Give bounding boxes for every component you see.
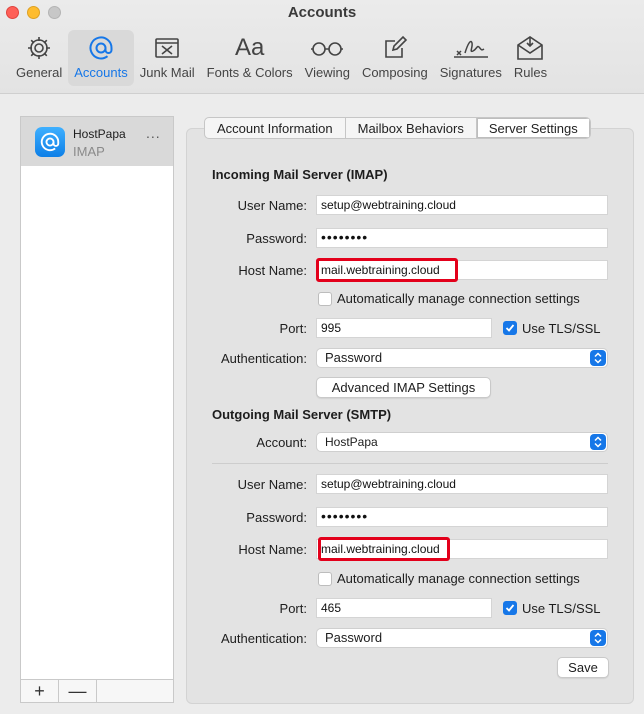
- title-bar: Accounts General Accounts Junk Mail Aa F…: [0, 0, 644, 94]
- incoming-auto-manage-checkbox[interactable]: [318, 292, 332, 306]
- toolbar-rules-label: Rules: [513, 65, 548, 80]
- account-name: HostPapa: [73, 127, 126, 141]
- add-account-button[interactable]: +: [21, 680, 59, 702]
- select-arrows-icon: [590, 630, 606, 646]
- outgoing-port-field[interactable]: 465: [316, 598, 492, 618]
- toolbar-composing[interactable]: Composing: [356, 30, 434, 86]
- incoming-auto-manage-label: Automatically manage connection settings: [337, 291, 580, 306]
- section-divider: [212, 463, 608, 464]
- outgoing-account-label: Account:: [256, 435, 307, 450]
- settings-tabs: Account Information Mailbox Behaviors Se…: [204, 117, 591, 139]
- fonts-icon: Aa: [234, 34, 265, 61]
- preferences-toolbar: General Accounts Junk Mail Aa Fonts & Co…: [10, 30, 553, 86]
- outgoing-auth-label: Authentication:: [220, 631, 307, 646]
- toolbar-general-label: General: [16, 65, 63, 80]
- incoming-auth-select[interactable]: Password: [316, 348, 608, 368]
- select-arrows-icon: [590, 350, 606, 366]
- toolbar-rules[interactable]: Rules: [508, 30, 553, 86]
- incoming-section-title: Incoming Mail Server (IMAP): [212, 167, 388, 182]
- account-type: IMAP: [73, 144, 105, 159]
- outgoing-hostname-highlight: [318, 537, 450, 561]
- toolbar-fonts-colors-label: Fonts & Colors: [206, 65, 293, 80]
- account-list-actions: + —: [20, 680, 174, 703]
- junk-tray-icon: [152, 33, 182, 63]
- incoming-port-label: Port:: [279, 321, 307, 336]
- remove-account-button[interactable]: —: [59, 680, 97, 702]
- toolbar-accounts-label: Accounts: [74, 65, 128, 80]
- account-more-icon[interactable]: ...: [146, 125, 161, 141]
- toolbar-junk-mail[interactable]: Junk Mail: [134, 30, 201, 86]
- outgoing-auto-manage-checkbox[interactable]: [318, 572, 332, 586]
- incoming-password-field[interactable]: ••••••••: [316, 228, 608, 248]
- accounts-preferences-window: Accounts General Accounts Junk Mail Aa F…: [0, 0, 644, 714]
- account-list: HostPapa IMAP ...: [20, 116, 174, 680]
- incoming-username-label: User Name:: [237, 198, 307, 213]
- outgoing-password-label: Password:: [246, 510, 307, 525]
- toolbar-fonts-colors[interactable]: Aa Fonts & Colors: [201, 30, 299, 86]
- tab-mailbox-behaviors[interactable]: Mailbox Behaviors: [346, 118, 477, 138]
- toolbar-viewing[interactable]: Viewing: [299, 30, 356, 86]
- toolbar-signatures-label: Signatures: [439, 65, 502, 80]
- account-row-hostpapa[interactable]: HostPapa IMAP ...: [21, 117, 173, 166]
- outgoing-tls-checkbox[interactable]: [503, 601, 517, 615]
- outgoing-hostname-label: Host Name:: [238, 542, 307, 557]
- at-icon: [87, 33, 115, 63]
- outgoing-password-field[interactable]: ••••••••: [316, 507, 608, 527]
- incoming-tls-label: Use TLS/SSL: [522, 321, 601, 336]
- toolbar-accounts[interactable]: Accounts: [68, 30, 134, 86]
- rules-envelope-icon: [515, 33, 545, 63]
- glasses-icon: [310, 33, 344, 63]
- incoming-hostname-label: Host Name:: [238, 263, 307, 278]
- toolbar-signatures[interactable]: Signatures: [434, 30, 508, 86]
- outgoing-port-label: Port:: [279, 601, 307, 616]
- outgoing-username-field[interactable]: setup@webtraining.cloud: [316, 474, 608, 494]
- tab-server-settings[interactable]: Server Settings: [476, 118, 590, 138]
- incoming-tls-checkbox[interactable]: [503, 321, 517, 335]
- toolbar-general[interactable]: General: [10, 30, 68, 86]
- checkmark-icon: [505, 324, 515, 332]
- outgoing-username-label: User Name:: [237, 477, 307, 492]
- outgoing-section-title: Outgoing Mail Server (SMTP): [212, 407, 392, 422]
- checkmark-icon: [505, 604, 515, 612]
- window-title: Accounts: [287, 4, 357, 21]
- toolbar-composing-label: Composing: [361, 65, 428, 80]
- compose-icon: [382, 33, 408, 63]
- account-at-icon: [35, 127, 65, 157]
- incoming-username-field[interactable]: setup@webtraining.cloud: [316, 195, 608, 215]
- incoming-auth-value: Password: [325, 350, 383, 365]
- outgoing-auth-select[interactable]: Password: [316, 628, 608, 648]
- incoming-auth-label: Authentication:: [220, 351, 307, 366]
- select-arrows-icon: [590, 434, 606, 450]
- advanced-imap-settings-button[interactable]: Advanced IMAP Settings: [316, 377, 491, 398]
- gear-icon: [26, 33, 52, 63]
- toolbar-junk-mail-label: Junk Mail: [139, 65, 195, 80]
- outgoing-tls-label: Use TLS/SSL: [522, 601, 601, 616]
- tab-account-information[interactable]: Account Information: [205, 118, 346, 138]
- outgoing-account-select[interactable]: HostPapa: [316, 432, 608, 452]
- outgoing-account-value: HostPapa: [325, 435, 378, 449]
- outgoing-auth-value: Password: [325, 630, 383, 645]
- incoming-port-field[interactable]: 995: [316, 318, 492, 338]
- save-button[interactable]: Save: [557, 657, 609, 678]
- incoming-password-label: Password:: [246, 231, 307, 246]
- toolbar-viewing-label: Viewing: [304, 65, 350, 80]
- outgoing-auto-manage-label: Automatically manage connection settings: [337, 571, 580, 586]
- incoming-hostname-highlight: [316, 258, 458, 282]
- signature-icon: [451, 33, 491, 63]
